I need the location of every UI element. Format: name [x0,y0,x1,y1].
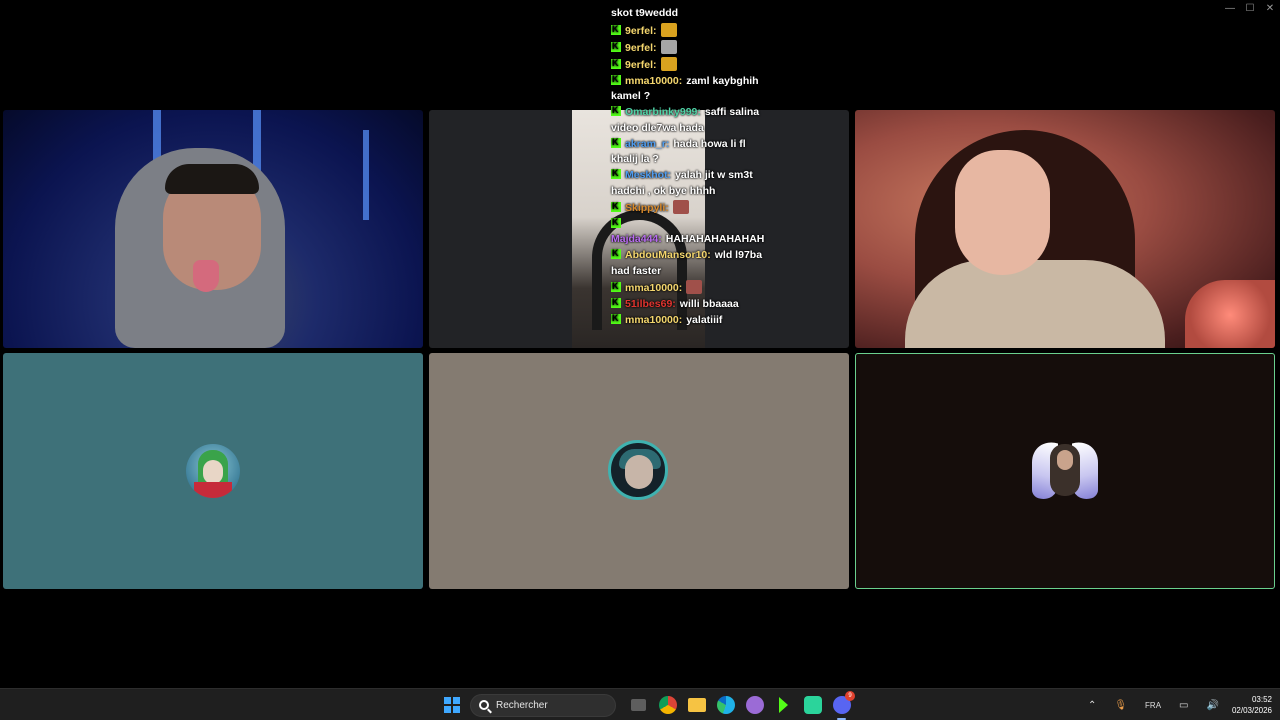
kick-badge-icon [611,295,621,310]
system-tray: ⌃ 🎙 FRA ▭ 🔊 03:52 02/03/2026 [1079,689,1272,720]
chat-message: Meskhot:yalah jit w sm3t hadchi , ok bye… [611,166,771,199]
chat-text: HAHAHAHAHAHAH [665,233,765,245]
kick-badge-icon [611,166,621,182]
kick-badge-icon [611,39,621,54]
video-tile-avatar-joker[interactable] [3,353,423,589]
clock[interactable]: 03:52 02/03/2026 [1232,694,1272,716]
kick-badge-icon [611,311,621,326]
kick-badge-icon [611,246,621,262]
video-tile-avatar-wings-speaking[interactable] [855,353,1275,589]
chat-message: 51ilbes69:willi bbaaaa [611,295,771,313]
avatar-suit [194,482,232,498]
window-controls: — ☐ ✕ [1220,0,1280,16]
discord-icon[interactable]: 9 [827,689,856,720]
taskbar-apps: Rechercher 9 [437,689,856,720]
chat-message: 9erfel: [611,39,771,57]
clock-date: 02/03/2026 [1231,706,1272,715]
chat-username[interactable]: 9erfel: [625,42,657,54]
chat-username[interactable]: 51ilbes69: [625,298,676,310]
language-indicator[interactable]: FRA [1145,701,1161,710]
chat-username[interactable]: mma10000: [625,282,682,294]
windows-logo-icon [443,697,460,713]
start-button[interactable] [437,689,466,720]
avatar-person [1050,444,1080,496]
participant-tongue [193,260,219,292]
chat-message: mma10000: yalatiiif [611,311,771,329]
led-light [363,130,369,220]
search-icon [479,700,489,710]
participant-sweater [905,260,1165,348]
chat-username[interactable]: mma10000: [625,75,682,87]
chat-username[interactable]: akram_r: [625,138,669,150]
minimize-button[interactable]: — [1220,0,1240,16]
chat-username[interactable]: 9erfel: [625,59,657,71]
chat-username[interactable]: Skippyli: [625,202,669,214]
chat-message: mma10000:zaml kaybghih kamel ? [611,72,771,105]
chat-username[interactable]: Meskhot: [625,169,671,181]
kick-badge-icon [611,22,621,37]
chat-username[interactable]: Omarbinky999: [625,106,701,118]
taskbar: Rechercher 9 ⌃ 🎙 FRA ▭ 🔊 03:52 02/03/202… [0,688,1280,720]
network-icon[interactable]: ▭ [1179,700,1188,711]
chat-message: Skippyli: [611,199,771,217]
video-tile-participant[interactable] [855,110,1275,348]
close-button[interactable]: ✕ [1260,0,1280,16]
chat-username[interactable]: AbdouMansor10: [625,249,711,261]
kick-badge-icon [611,199,621,214]
kick-badge-icon [611,279,621,294]
profile-avatar [608,440,668,500]
file-explorer-icon[interactable] [682,689,711,720]
kick-badge-icon [611,56,621,71]
microphone-icon[interactable]: 🎙 [1114,700,1127,711]
chat-username[interactable]: 9erfel: [625,25,657,37]
participant-face [955,150,1050,275]
kick-badge-icon [611,103,621,119]
discord-notification-badge: 9 [845,691,855,701]
chat-message: akram_r:hada howa li fl khalij la ? [611,135,771,168]
kick-chat-overlay: skot t9weddd 9erfel:9erfel:9erfel:mma100… [611,6,771,329]
chat-message-list: 9erfel:9erfel:9erfel:mma10000:zaml kaybg… [611,22,771,329]
android-app-icon[interactable] [798,689,827,720]
winged-avatar [1032,436,1098,504]
chrome-icon[interactable] [653,689,682,720]
participant-hair [165,164,259,194]
clock-time: 03:52 [1251,695,1272,704]
joker-avatar [186,444,240,498]
kick-badge-icon [611,72,621,87]
chat-text: willi bbaaaa [679,297,739,310]
chat-text: yalatiiif [686,313,723,326]
chat-message: 9erfel: [611,22,771,40]
face-emote [672,199,689,214]
volume-icon[interactable]: 🔊 [1207,700,1219,711]
crown-emote [660,56,677,71]
face-emote [686,279,703,294]
chat-message: AbdouMansor10:wld l97ba had faster [611,246,771,279]
kick-badge-icon [611,135,621,150]
crown-emote [660,22,677,37]
search-placeholder: Rechercher [496,699,548,711]
chat-message: mma10000: [611,279,771,297]
kick-app-icon[interactable] [769,689,798,720]
taskbar-search[interactable]: Rechercher [470,693,616,717]
avatar-face [625,455,653,489]
kick-badge-icon [611,215,621,230]
chat-message: 9erfel: [611,56,771,74]
avatar-face [1057,450,1073,470]
video-tile-avatar-profile[interactable] [429,353,849,589]
cat-emote [660,39,677,54]
twitch-app-icon[interactable] [740,689,769,720]
chat-username[interactable]: Majda444: [611,233,662,245]
edge-icon[interactable] [711,689,740,720]
chevron-up-icon[interactable]: ⌃ [1088,700,1096,711]
chat-username[interactable]: mma10000: [625,314,682,326]
background-light [1185,280,1275,348]
avatar-face [203,460,223,484]
task-view-icon[interactable] [624,689,653,720]
chat-top-line: skot t9weddd [611,7,679,19]
chat-message: Omarbinky999:saffi salina video dle7wa h… [611,103,771,136]
video-tile-streamer[interactable] [3,110,423,348]
maximize-button[interactable]: ☐ [1240,0,1260,16]
chat-message: Majda444:HAHAHAHAHAHAH [611,215,771,248]
